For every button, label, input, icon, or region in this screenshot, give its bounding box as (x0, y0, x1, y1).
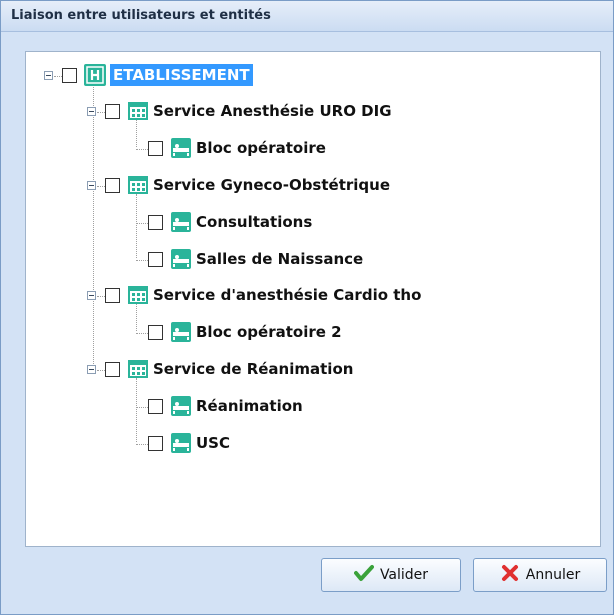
tree-line (136, 194, 137, 258)
bed-icon (170, 321, 192, 343)
tree-line (136, 260, 148, 261)
unit-label[interactable]: USC (196, 432, 230, 454)
bed-icon (170, 395, 192, 417)
service-label[interactable]: Service Gyneco-Obstétrique (153, 174, 390, 196)
tree-line (136, 120, 137, 147)
root-checkbox[interactable] (62, 68, 77, 83)
collapse-icon[interactable] (87, 365, 96, 374)
unit-checkbox[interactable] (148, 141, 163, 156)
hospital-icon (84, 64, 106, 86)
tree-line (97, 296, 105, 297)
unit-label[interactable]: Bloc opératoire (196, 137, 326, 159)
unit-label[interactable]: Bloc opératoire 2 (196, 321, 342, 343)
service-label[interactable]: Service d'anesthésie Cardio tho (153, 284, 421, 306)
tree-line (136, 378, 137, 442)
service-checkbox[interactable] (105, 104, 120, 119)
collapse-icon[interactable] (87, 107, 96, 116)
tree-line (136, 407, 148, 408)
close-icon (500, 564, 520, 586)
service-label[interactable]: Service Anesthésie URO DIG (153, 100, 392, 122)
building-icon (127, 284, 149, 306)
root-label[interactable]: ETABLISSEMENT (110, 64, 253, 86)
window-title: Liaison entre utilisateurs et entités (11, 8, 271, 23)
unit-checkbox[interactable] (148, 436, 163, 451)
service-checkbox[interactable] (105, 178, 120, 193)
unit-label[interactable]: Réanimation (196, 395, 303, 417)
tree-line (93, 82, 94, 366)
building-icon (127, 100, 149, 122)
bed-icon (170, 137, 192, 159)
tree-line (97, 370, 105, 371)
unit-checkbox[interactable] (148, 215, 163, 230)
cancel-label: Annuler (525, 567, 581, 583)
tree-view[interactable]: ETABLISSEMENT Service Anesthésie URO DIG… (25, 51, 601, 547)
tree-line (136, 149, 148, 150)
tree-line (97, 186, 105, 187)
validate-button[interactable]: Valider (321, 558, 461, 592)
tree-line (136, 333, 148, 334)
tree-line (54, 76, 62, 77)
building-icon (127, 174, 149, 196)
service-checkbox[interactable] (105, 288, 120, 303)
unit-checkbox[interactable] (148, 399, 163, 414)
collapse-icon[interactable] (44, 71, 53, 80)
validate-label: Valider (379, 567, 429, 583)
service-label[interactable]: Service de Réanimation (153, 358, 353, 380)
tree-line (136, 304, 137, 331)
collapse-icon[interactable] (87, 291, 96, 300)
bed-icon (170, 432, 192, 454)
dialog-window: Liaison entre utilisateurs et entités ET… (0, 0, 614, 615)
tree-line (136, 223, 148, 224)
building-icon (127, 358, 149, 380)
tree-line (136, 444, 148, 445)
bed-icon (170, 248, 192, 270)
unit-label[interactable]: Consultations (196, 211, 312, 233)
title-bar: Liaison entre utilisateurs et entités (1, 1, 613, 32)
tree-line (97, 112, 105, 113)
unit-checkbox[interactable] (148, 325, 163, 340)
bed-icon (170, 211, 192, 233)
service-checkbox[interactable] (105, 362, 120, 377)
collapse-icon[interactable] (87, 181, 96, 190)
unit-label[interactable]: Salles de Naissance (196, 248, 363, 270)
check-icon (353, 564, 374, 586)
unit-checkbox[interactable] (148, 252, 163, 267)
cancel-button[interactable]: Annuler (473, 558, 607, 592)
